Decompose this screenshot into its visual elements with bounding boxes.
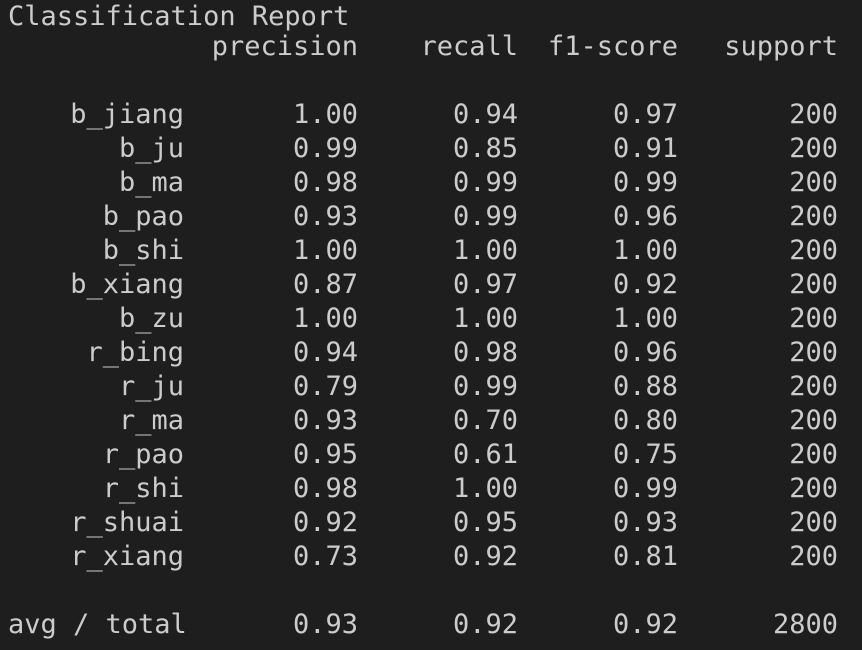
row-recall: 1.00: [452, 235, 518, 266]
row-label: b_ma: [118, 167, 184, 198]
table-row: b_ju 0.99 0.85 0.91 200: [8, 132, 858, 166]
row-support: 200: [789, 99, 838, 130]
row-label: r_bing: [86, 337, 184, 368]
row-recall: 0.97: [452, 269, 518, 300]
row-f1-score: 0.91: [612, 133, 678, 164]
row-recall: 0.92: [452, 541, 518, 572]
row-f1-score: 1.00: [612, 303, 678, 334]
row-recall: 0.99: [452, 201, 518, 232]
row-f1-score: 0.96: [612, 337, 678, 368]
row-support: 200: [789, 541, 838, 572]
row-label: r_ma: [118, 405, 184, 436]
row-f1-score: 0.88: [612, 371, 678, 402]
row-support: 200: [789, 201, 838, 232]
row-recall: 0.98: [452, 337, 518, 368]
row-f1-score: 0.99: [612, 167, 678, 198]
table-row: r_shuai 0.92 0.95 0.93 200: [8, 506, 858, 540]
total-f1-score: 0.92: [612, 609, 678, 640]
row-label: b_pao: [102, 201, 184, 232]
row-f1-score: 0.92: [612, 269, 678, 300]
row-support: 200: [789, 507, 838, 538]
row-recall: 1.00: [452, 473, 518, 504]
row-precision: 0.94: [292, 337, 358, 368]
row-precision: 1.00: [292, 235, 358, 266]
header-recall: recall: [420, 31, 518, 62]
row-recall: 0.99: [452, 371, 518, 402]
row-label: r_shuai: [70, 507, 184, 538]
row-recall: 0.95: [452, 507, 518, 538]
row-label: r_pao: [102, 439, 184, 470]
header-support: support: [724, 31, 838, 62]
table-row: b_pao 0.93 0.99 0.96 200: [8, 200, 858, 234]
header-f1-score: f1-score: [547, 31, 678, 62]
row-precision: 0.99: [292, 133, 358, 164]
table-row: b_ma 0.98 0.99 0.99 200: [8, 166, 858, 200]
row-support: 200: [789, 133, 838, 164]
row-f1-score: 0.96: [612, 201, 678, 232]
table-row: r_shi 0.98 1.00 0.99 200: [8, 472, 858, 506]
row-f1-score: 0.75: [612, 439, 678, 470]
table-row: r_ma 0.93 0.70 0.80 200: [8, 404, 858, 438]
row-support: 200: [789, 269, 838, 300]
terminal-output: Classification Report precision recall f…: [0, 0, 862, 650]
table-row: r_bing 0.94 0.98 0.96 200: [8, 336, 858, 370]
row-precision: 1.00: [292, 303, 358, 334]
table-row: b_zu 1.00 1.00 1.00 200: [8, 302, 858, 336]
row-label: r_ju: [118, 371, 184, 402]
row-precision: 0.98: [292, 167, 358, 198]
row-label: r_xiang: [70, 541, 184, 572]
table-row: b_shi 1.00 1.00 1.00 200: [8, 234, 858, 268]
table-row: b_xiang 0.87 0.97 0.92 200: [8, 268, 858, 302]
row-precision: 0.93: [292, 405, 358, 436]
table-row: b_jiang 1.00 0.94 0.97 200: [8, 98, 858, 132]
row-label: b_shi: [102, 235, 184, 266]
row-label: b_xiang: [70, 269, 184, 300]
row-label: r_shi: [102, 473, 184, 504]
row-precision: 0.87: [292, 269, 358, 300]
header-precision: precision: [211, 31, 358, 62]
report-header-row: precision recall f1-score support: [8, 30, 858, 64]
row-support: 200: [789, 337, 838, 368]
row-recall: 0.85: [452, 133, 518, 164]
row-f1-score: 0.99: [612, 473, 678, 504]
row-support: 200: [789, 371, 838, 402]
row-recall: 0.70: [452, 405, 518, 436]
row-support: 200: [789, 303, 838, 334]
row-f1-score: 0.80: [612, 405, 678, 436]
row-precision: 0.73: [292, 541, 358, 572]
row-recall: 0.99: [452, 167, 518, 198]
row-support: 200: [789, 439, 838, 470]
row-f1-score: 1.00: [612, 235, 678, 266]
total-recall: 0.92: [452, 609, 518, 640]
row-label: b_jiang: [70, 99, 184, 130]
row-f1-score: 0.97: [612, 99, 678, 130]
table-row: r_ju 0.79 0.99 0.88 200: [8, 370, 858, 404]
row-precision: 0.79: [292, 371, 358, 402]
row-recall: 0.94: [452, 99, 518, 130]
total-precision: 0.93: [292, 609, 358, 640]
total-label: avg / total: [8, 609, 187, 640]
table-row: r_xiang 0.73 0.92 0.81 200: [8, 540, 858, 574]
row-recall: 0.61: [452, 439, 518, 470]
table-row: r_pao 0.95 0.61 0.75 200: [8, 438, 858, 472]
row-f1-score: 0.93: [612, 507, 678, 538]
row-f1-score: 0.81: [612, 541, 678, 572]
row-precision: 0.98: [292, 473, 358, 504]
row-label: b_ju: [118, 133, 184, 164]
report-title: Classification Report: [8, 1, 350, 32]
row-support: 200: [789, 405, 838, 436]
row-precision: 1.00: [292, 99, 358, 130]
row-precision: 0.93: [292, 201, 358, 232]
row-recall: 1.00: [452, 303, 518, 334]
row-support: 200: [789, 167, 838, 198]
row-support: 200: [789, 235, 838, 266]
row-precision: 0.92: [292, 507, 358, 538]
row-label: b_zu: [118, 303, 184, 334]
total-support: 2800: [772, 609, 838, 640]
row-support: 200: [789, 473, 838, 504]
row-precision: 0.95: [292, 439, 358, 470]
report-total-row: avg / total 0.93 0.92 0.92 2800: [8, 608, 858, 642]
